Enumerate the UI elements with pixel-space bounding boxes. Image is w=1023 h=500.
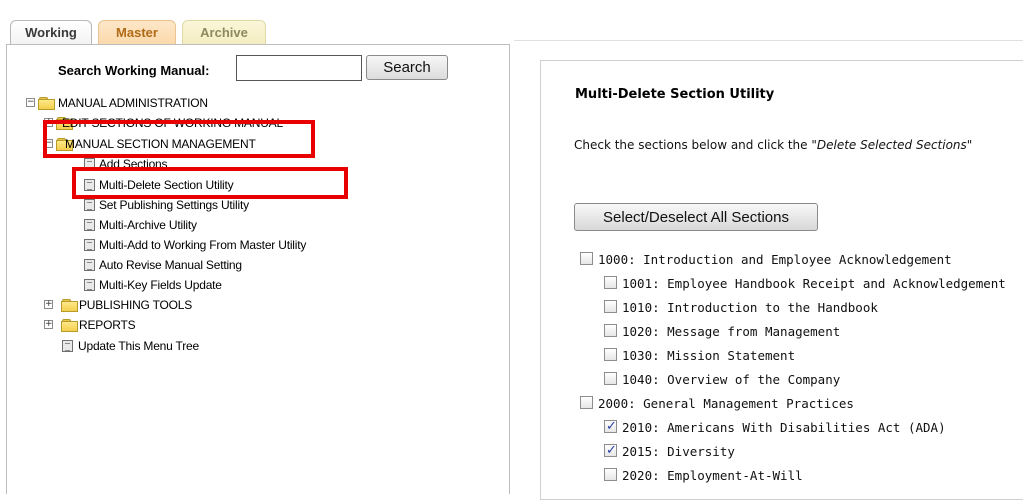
section-checkbox[interactable] [604, 276, 617, 289]
page-title: Multi-Delete Section Utility [575, 87, 775, 102]
section-checkbox[interactable] [580, 396, 593, 409]
tree-label[interactable]: EDIT SECTIONS OF WORKING MANUAL [62, 114, 283, 132]
tree-label[interactable]: PUBLISHING TOOLS [79, 296, 192, 314]
collapse-toggle-icon[interactable]: − [44, 139, 53, 148]
document-icon [84, 158, 95, 170]
tree-node-edit-sections[interactable]: + EDIT SECTIONS OF WORKING MANUAL [44, 114, 319, 132]
section-checkbox[interactable] [604, 324, 617, 337]
tree-node-manual-administration[interactable]: − MANUAL ADMINISTRATION [26, 94, 246, 112]
section-label: 2015: Diversity [622, 444, 735, 459]
section-checkbox[interactable] [604, 372, 617, 385]
tree-item-multi-delete[interactable]: Multi-Delete Section Utility [84, 176, 284, 194]
tree-label[interactable]: Multi-Add to Working From Master Utility [99, 236, 306, 254]
section-label: 2020: Employment-At-Will [622, 468, 803, 483]
document-icon [84, 219, 95, 231]
folder-icon [61, 299, 78, 312]
instructions-text: Check the sections below and click the "… [574, 138, 972, 152]
tree-label[interactable]: MANUAL ADMINISTRATION [58, 94, 208, 112]
tree-label[interactable]: MANUAL SECTION MANAGEMENT [65, 135, 256, 153]
section-label: 1020: Message from Management [622, 324, 841, 339]
tree-item-add-sections[interactable]: Add Sections [84, 155, 284, 173]
section-checkbox[interactable] [604, 300, 617, 313]
content-panel: Multi-Delete Section Utility Check the s… [540, 60, 1023, 500]
expand-toggle-icon[interactable]: + [44, 300, 53, 309]
tree-label[interactable]: Add Sections [99, 155, 168, 173]
document-icon [84, 279, 95, 291]
expand-toggle-icon[interactable]: + [44, 118, 53, 127]
document-icon [84, 259, 95, 271]
search-label: Search Working Manual: [58, 63, 210, 78]
section-label: 1010: Introduction to the Handbook [622, 300, 878, 315]
tree-label[interactable]: Auto Revise Manual Setting [99, 256, 242, 274]
tree-label[interactable]: Set Publishing Settings Utility [99, 196, 249, 214]
search-input[interactable] [236, 55, 362, 81]
tree-label[interactable]: Multi-Key Fields Update [99, 276, 222, 294]
folder-open-icon [38, 97, 55, 110]
section-checkbox[interactable] [604, 417, 617, 437]
tree-item-auto-revise[interactable]: Auto Revise Manual Setting [84, 256, 284, 274]
tree-item-update-tree[interactable]: Update This Menu Tree [62, 337, 262, 355]
tab-archive[interactable]: Archive [182, 20, 266, 44]
section-checkbox[interactable] [604, 348, 617, 361]
folder-icon [61, 319, 78, 332]
instructions-button-name: "Delete Selected Sections" [811, 138, 973, 152]
tree-label[interactable]: Multi-Delete Section Utility [99, 176, 234, 194]
document-icon [84, 239, 95, 251]
expand-toggle-icon[interactable]: + [44, 320, 53, 329]
tree-node-publishing-tools[interactable]: + PUBLISHING TOOLS [44, 296, 244, 314]
document-icon [84, 199, 95, 211]
tab-master[interactable]: Master [98, 20, 176, 44]
header-divider [514, 40, 1023, 41]
tree-label[interactable]: Multi-Archive Utility [99, 216, 197, 234]
section-label: 1001: Employee Handbook Receipt and Ackn… [622, 276, 1006, 291]
section-label: 1030: Mission Statement [622, 348, 796, 363]
tree-label[interactable]: Update This Menu Tree [78, 337, 199, 355]
section-label: 1000: Introduction and Employee Acknowle… [598, 252, 952, 267]
section-checkbox[interactable] [604, 468, 617, 481]
section-checkbox[interactable] [604, 441, 617, 461]
tree-label[interactable]: REPORTS [79, 316, 136, 334]
tree-node-reports[interactable]: + REPORTS [44, 316, 244, 334]
tree-node-section-management[interactable]: − MANUAL SECTION MANAGEMENT [44, 135, 304, 153]
tab-working[interactable]: Working [10, 20, 92, 46]
tree-item-multi-key[interactable]: Multi-Key Fields Update [84, 276, 284, 294]
section-checkbox[interactable] [580, 252, 593, 265]
section-label: 2000: General Management Practices [598, 396, 854, 411]
section-label: 1040: Overview of the Company [622, 372, 841, 387]
document-icon [84, 179, 95, 191]
document-icon [62, 340, 73, 352]
select-all-button[interactable]: Select/Deselect All Sections [574, 203, 818, 231]
tree-item-multi-add[interactable]: Multi-Add to Working From Master Utility [84, 236, 354, 254]
search-button[interactable]: Search [366, 55, 448, 80]
instructions-prefix: Check the sections below and click the [574, 138, 812, 152]
collapse-toggle-icon[interactable]: − [26, 98, 35, 107]
tree-item-publishing-settings[interactable]: Set Publishing Settings Utility [84, 196, 284, 214]
section-label: 2010: Americans With Disabilities Act (A… [622, 420, 946, 435]
tree-item-multi-archive[interactable]: Multi-Archive Utility [84, 216, 284, 234]
